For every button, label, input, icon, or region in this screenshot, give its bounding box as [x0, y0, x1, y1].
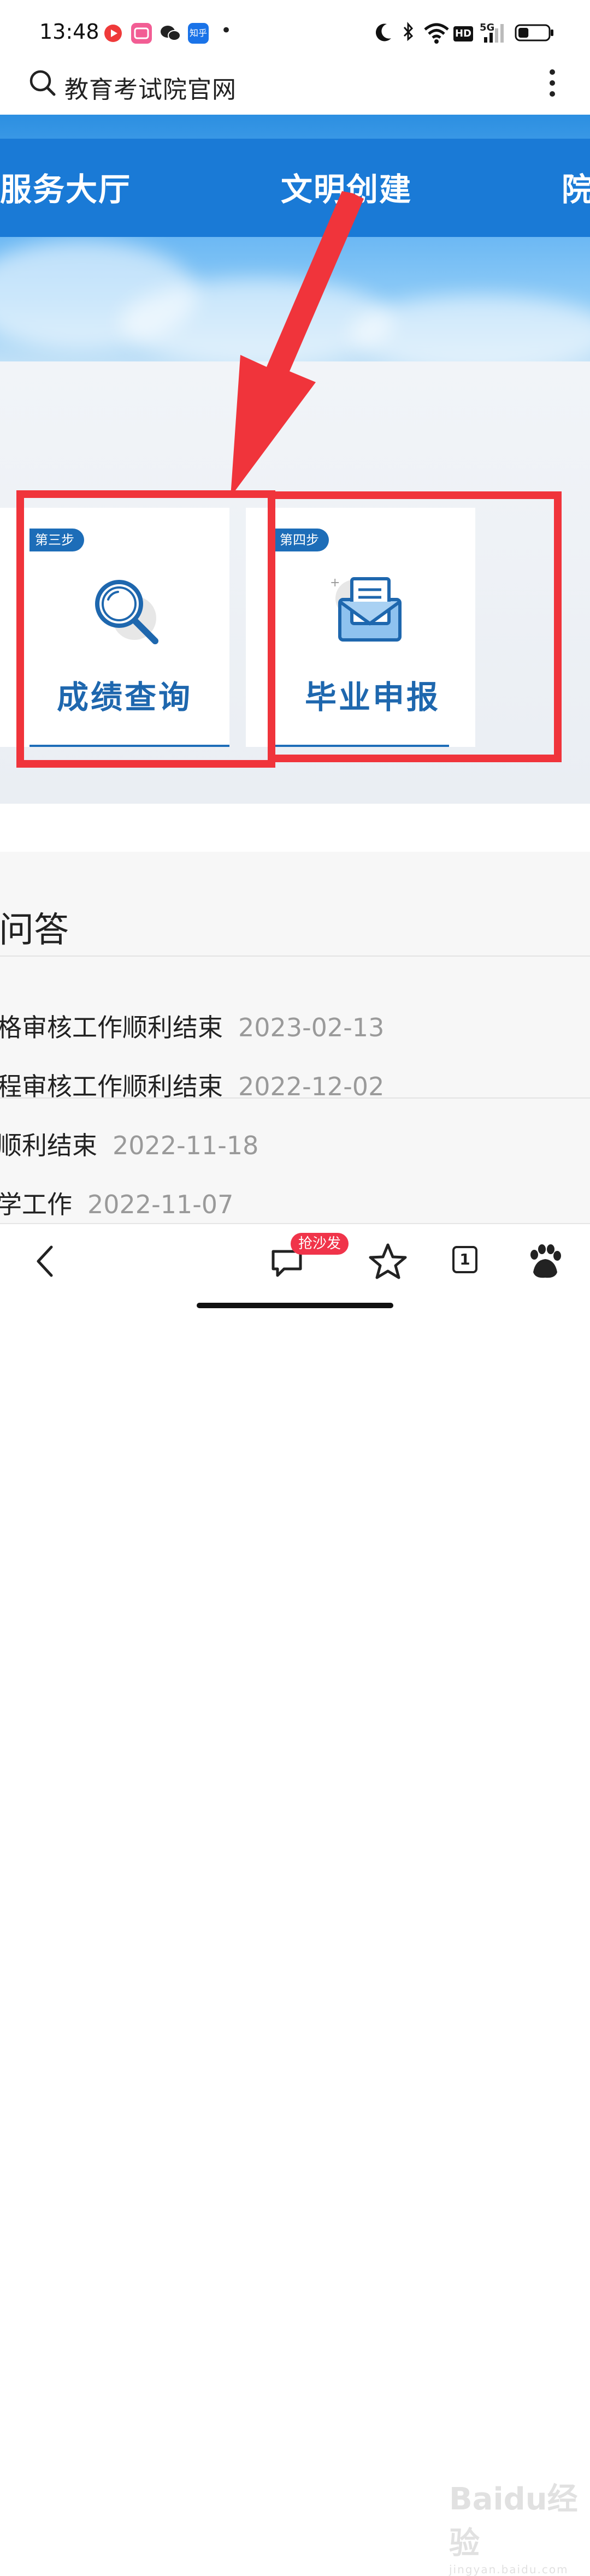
pink-app-icon [131, 23, 152, 44]
list-item-title: 程审核工作顺利结束 [0, 1072, 223, 1101]
signal-label: 5G [480, 22, 495, 33]
annotation-box-score [16, 490, 275, 768]
faq-divider [0, 955, 590, 957]
status-dot: • [221, 20, 232, 41]
status-time: 13:48 [39, 20, 99, 44]
list-item[interactable]: 程审核工作顺利结束 2022-12-02 [0, 1067, 384, 1103]
signal-icon: 5G [480, 20, 507, 46]
wifi-icon [423, 20, 450, 46]
home-indicator[interactable] [197, 1303, 393, 1308]
wechat-icon [160, 23, 181, 44]
watermark-url: jingyan.baidu.com [449, 2563, 569, 2576]
status-bar: 13:48 知乎 • HD 5G [0, 0, 590, 68]
zhihu-icon: 知乎 [188, 23, 209, 44]
list-item[interactable]: 顺利结束 2022-11-18 [0, 1126, 258, 1162]
web-page: 服务大厅 文明创建 院 第三步 成绩查询 第四步 + 毕业申报 问答 格审核工作… [0, 115, 590, 1223]
battery-icon [515, 20, 554, 46]
back-icon[interactable] [25, 1239, 69, 1283]
nav-item-service-hall[interactable]: 服务大厅 [0, 164, 131, 210]
list-item-title: 格审核工作顺利结束 [0, 1013, 223, 1042]
list-item-date: 2022-11-18 [113, 1131, 259, 1160]
address-bar[interactable]: 教育考试院官网 [0, 68, 590, 115]
baidu-paw-icon[interactable] [522, 1239, 566, 1283]
list-item[interactable]: 学工作 2022-11-07 [0, 1185, 233, 1221]
moon-icon [373, 20, 394, 46]
list-item[interactable]: 格审核工作顺利结束 2023-02-13 [0, 1008, 384, 1044]
tabs-button[interactable]: 1 [445, 1239, 488, 1283]
tab-count: 1 [452, 1246, 477, 1273]
comment-badge[interactable]: 抢沙发 [291, 1233, 349, 1255]
search-icon[interactable] [27, 68, 57, 97]
list-item-title: 学工作 [0, 1190, 72, 1219]
list-item-date: 2023-02-13 [238, 1013, 385, 1042]
annotation-box-graduation [268, 491, 562, 762]
cloud [350, 295, 590, 361]
search-query[interactable]: 教育考试院官网 [64, 70, 237, 105]
list-item-date: 2022-11-07 [87, 1190, 234, 1219]
list-item-title: 顺利结束 [0, 1131, 97, 1160]
star-icon[interactable] [366, 1239, 410, 1283]
faq-heading: 问答 [0, 910, 69, 951]
bluetooth-icon [400, 20, 416, 46]
list-item-date: 2022-12-02 [238, 1072, 385, 1101]
annotation-arrow [231, 191, 364, 497]
nav-item-institute[interactable]: 院 [562, 164, 590, 210]
more-menu-icon[interactable] [544, 68, 560, 100]
hd-badge: HD [453, 26, 473, 41]
watermark: Baidu经验 jingyan.baidu.com [449, 2474, 590, 2576]
red-play-app-icon [103, 23, 123, 44]
watermark-brand: Baidu经验 [449, 2482, 578, 2561]
